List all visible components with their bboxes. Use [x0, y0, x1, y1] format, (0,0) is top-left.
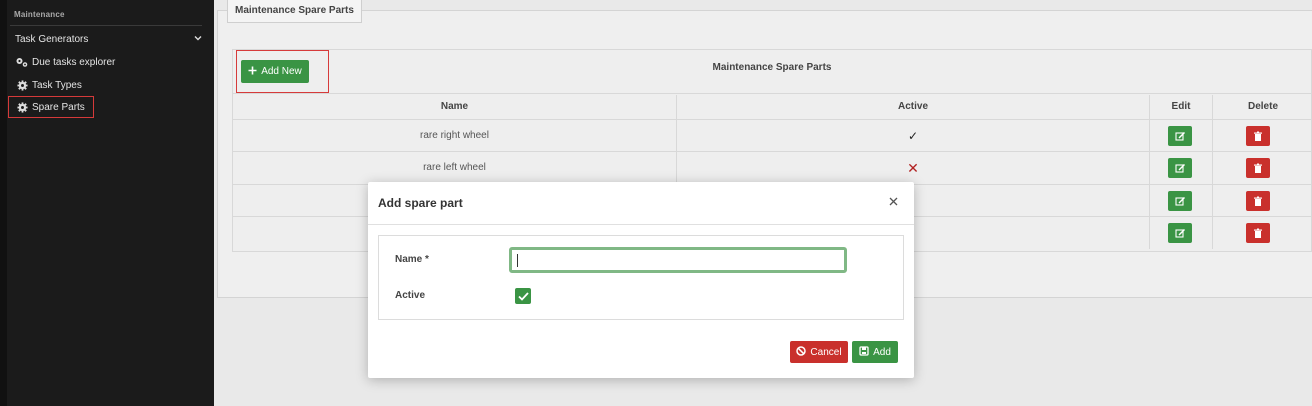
cell-delete — [1213, 185, 1312, 217]
name-label: Name * — [395, 254, 429, 265]
table-row[interactable]: rare left wheel ✕ — [233, 151, 1312, 184]
delete-button[interactable] — [1246, 191, 1270, 211]
text-caret — [517, 254, 518, 267]
cell-edit — [1150, 152, 1213, 184]
cancel-button[interactable]: Cancel — [790, 341, 848, 363]
delete-button[interactable] — [1246, 126, 1270, 146]
trash-icon — [1254, 228, 1262, 238]
edit-button[interactable] — [1168, 158, 1192, 178]
add-spare-part-dialog: Add spare part Name * Active Cancel Add — [368, 182, 914, 378]
delete-button[interactable] — [1246, 223, 1270, 243]
grid-header: Maintenance Spare Parts Add New — [233, 50, 1311, 94]
cancel-label: Cancel — [810, 346, 842, 358]
cell-edit — [1150, 185, 1213, 217]
cell-delete — [1213, 152, 1312, 184]
dialog-title: Add spare part — [378, 196, 463, 210]
cell-name: rare right wheel — [233, 120, 677, 152]
trash-icon — [1254, 163, 1262, 173]
gears-icon — [15, 55, 29, 69]
column-header-delete: Delete — [1247, 101, 1278, 112]
sidebar-item-task-types[interactable]: Task Types — [15, 75, 211, 95]
gear-icon — [15, 100, 29, 114]
sidebar: Maintenance Task Generators Due tasks ex… — [0, 0, 214, 406]
cross-icon: ✕ — [677, 152, 1150, 184]
add-new-label: Add New — [261, 66, 302, 77]
plus-icon — [248, 66, 257, 78]
cell-edit — [1150, 120, 1213, 152]
trash-icon — [1254, 196, 1262, 206]
cell-name: rare left wheel — [233, 152, 677, 184]
name-field[interactable] — [509, 247, 847, 273]
sidebar-item-label: Task Generators — [15, 33, 89, 45]
spare-part-form: Name * Active — [378, 235, 904, 320]
edit-icon — [1174, 196, 1185, 206]
active-checkbox[interactable] — [515, 288, 531, 304]
active-label: Active — [395, 290, 426, 301]
edit-button[interactable] — [1168, 223, 1192, 243]
sidebar-item-spare-parts[interactable]: Spare Parts — [8, 96, 94, 118]
edit-icon — [1174, 131, 1185, 141]
add-button[interactable]: Add — [852, 341, 898, 363]
edit-button[interactable] — [1168, 126, 1192, 146]
grid-title: Maintenance Spare Parts — [712, 62, 832, 73]
ban-icon — [796, 345, 807, 359]
tab-maintenance-spare-parts[interactable]: Maintenance Spare Parts — [227, 0, 362, 23]
sidebar-edge — [0, 0, 7, 406]
sidebar-section-title: Maintenance — [14, 10, 65, 19]
edit-icon — [1174, 228, 1185, 238]
table-row[interactable]: rare right wheel ✓ — [233, 119, 1312, 152]
sidebar-item-label: Due tasks explorer — [32, 56, 116, 68]
column-header-active[interactable]: Active — [677, 95, 1150, 119]
edit-icon — [1174, 163, 1185, 173]
delete-button[interactable] — [1246, 158, 1270, 178]
check-icon: ✓ — [677, 120, 1150, 152]
sidebar-item-task-generators[interactable]: Task Generators — [15, 29, 211, 49]
sidebar-divider — [10, 25, 202, 26]
sidebar-item-label: Task Types — [32, 79, 82, 91]
close-icon[interactable] — [886, 194, 900, 208]
add-new-button[interactable]: Add New — [241, 60, 309, 83]
chevron-down-icon — [193, 33, 203, 46]
add-label: Add — [873, 346, 891, 358]
gear-icon — [15, 78, 29, 92]
column-header-edit: Edit — [1150, 95, 1213, 119]
save-icon — [859, 345, 869, 359]
cell-delete — [1213, 120, 1312, 152]
cell-edit — [1150, 217, 1213, 249]
cell-delete — [1213, 217, 1312, 249]
sidebar-item-label: Spare Parts — [32, 101, 85, 113]
edit-button[interactable] — [1168, 191, 1192, 211]
trash-icon — [1254, 131, 1262, 141]
dialog-header: Add spare part — [368, 182, 914, 225]
column-header-name[interactable]: Name — [233, 95, 677, 119]
sidebar-item-due-tasks-explorer[interactable]: Due tasks explorer — [15, 52, 211, 72]
